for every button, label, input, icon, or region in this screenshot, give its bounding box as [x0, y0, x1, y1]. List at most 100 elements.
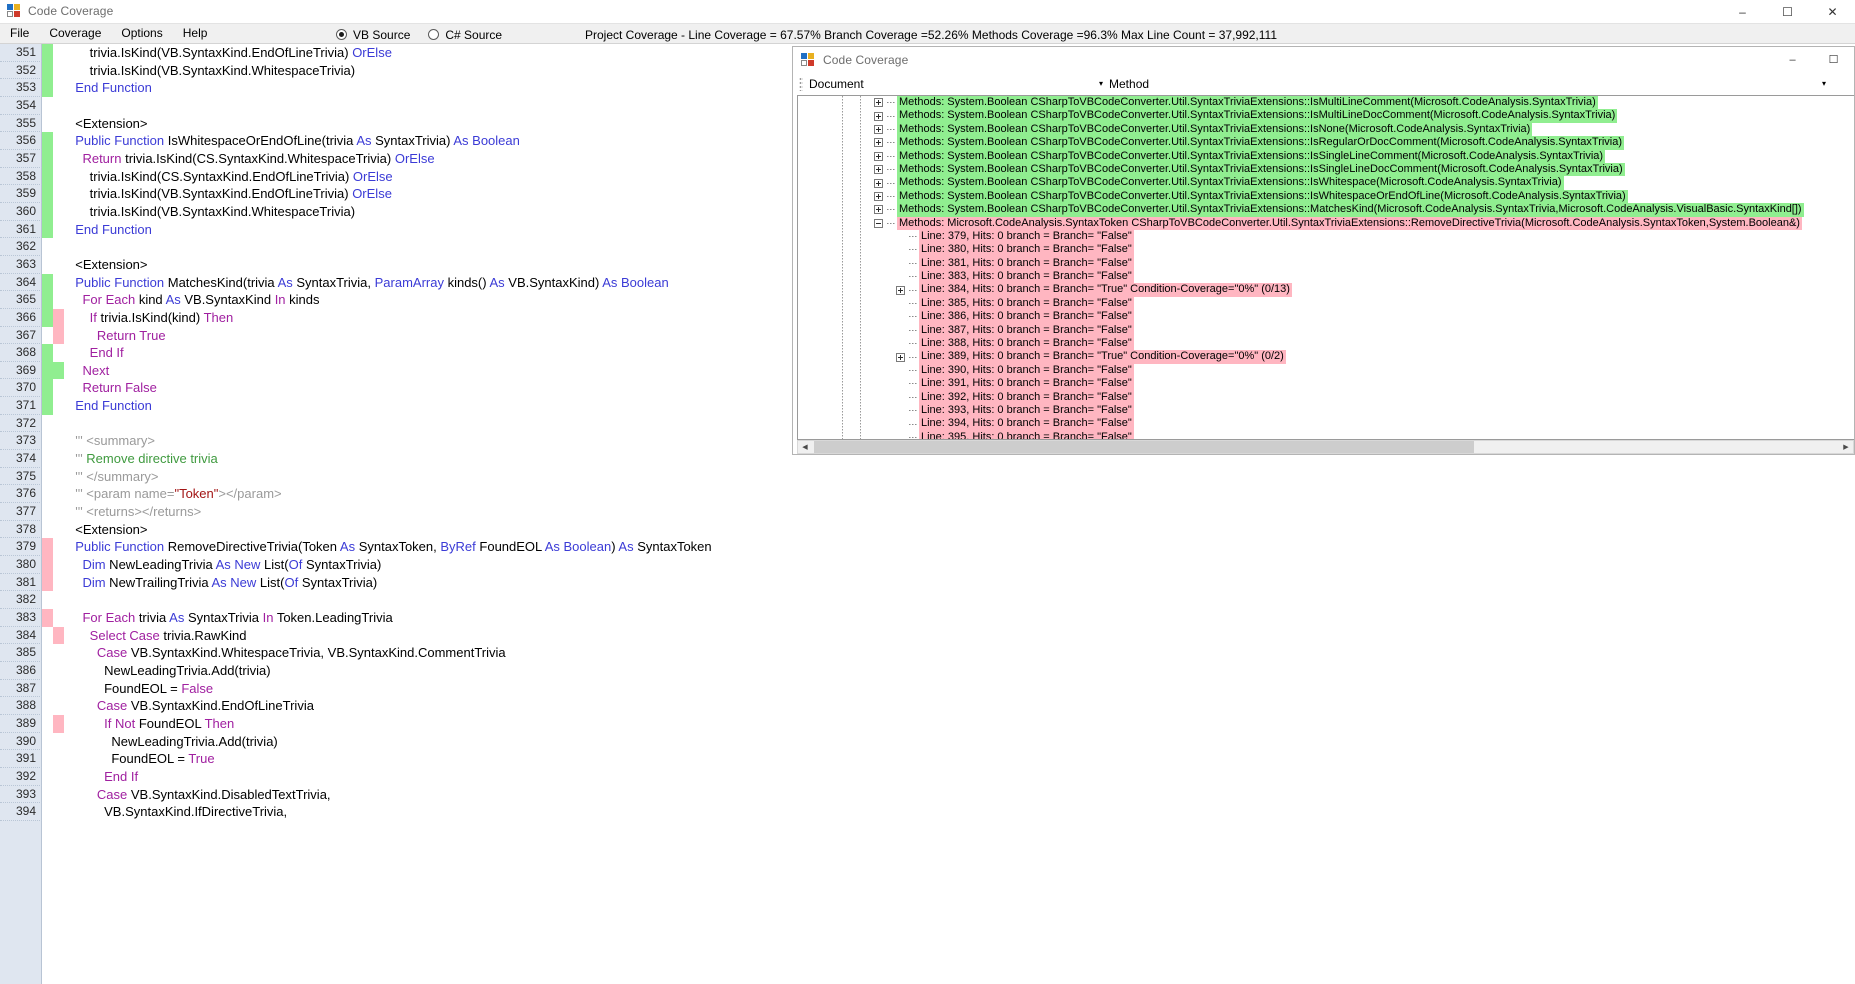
expand-icon[interactable] [874, 178, 883, 188]
menu-item-coverage[interactable]: Coverage [39, 24, 111, 43]
code-line[interactable]: NewLeadingTrivia.Add(trivia) [64, 662, 1855, 680]
tree-line-row[interactable]: Line: 388, Hits: 0 branch = Branch= "Fal… [798, 337, 1854, 351]
tree-line-row[interactable]: Line: 380, Hits: 0 branch = Branch= "Fal… [798, 243, 1854, 257]
code-line[interactable]: ''' <param name="Token"></param> [64, 485, 1855, 503]
code-line[interactable]: For Each trivia As SyntaxTrivia In Token… [64, 609, 1855, 627]
dialog-horizontal-scrollbar[interactable]: ◀ ▶ [797, 440, 1854, 454]
expand-icon[interactable] [874, 151, 883, 161]
tree-line-row[interactable]: Line: 389, Hits: 0 branch = Branch= "Tru… [798, 350, 1854, 364]
line-number: 351 [0, 44, 42, 62]
code-token: ''' [68, 433, 87, 449]
document-dropdown-arrow-group[interactable]: ▾ [1093, 79, 1109, 88]
code-line[interactable]: Public Function RemoveDirectiveTrivia(To… [64, 538, 1855, 556]
dialog-maximize-button[interactable]: ☐ [1813, 47, 1854, 73]
tree-method-row[interactable]: Methods: System.Boolean CSharpToVBCodeCo… [798, 189, 1854, 204]
tree-line-row[interactable]: Line: 386, Hits: 0 branch = Branch= "Fal… [798, 310, 1854, 324]
tree-line-row[interactable]: Line: 379, Hits: 0 branch = Branch= "Fal… [798, 229, 1854, 244]
scroll-right-icon[interactable]: ▶ [1839, 441, 1853, 453]
code-line[interactable]: ''' </summary> [64, 468, 1855, 486]
code-token: OrElse [352, 168, 393, 184]
minimize-button[interactable]: – [1720, 0, 1765, 23]
toolbar-grip-handle[interactable] [799, 76, 803, 91]
scroll-left-icon[interactable]: ◀ [798, 441, 812, 453]
code-token: ''' [68, 504, 87, 520]
radio-csharp-source[interactable]: C# Source [428, 28, 502, 42]
tree-node-label: Methods: System.Boolean CSharpToVBCodeCo… [897, 96, 1598, 110]
expand-icon[interactable] [874, 138, 883, 148]
tree-line-row[interactable]: Line: 395, Hits: 0 branch = Branch= "Fal… [798, 430, 1854, 439]
tree-line-row[interactable]: Line: 394, Hits: 0 branch = Branch= "Fal… [798, 417, 1854, 431]
code-line[interactable] [64, 591, 1855, 609]
tree-line-row[interactable]: Line: 391, Hits: 0 branch = Branch= "Fal… [798, 377, 1854, 391]
dialog-minimize-button[interactable]: – [1772, 47, 1813, 73]
expand-icon[interactable] [874, 124, 883, 134]
tree-method-row[interactable]: Methods: System.Boolean CSharpToVBCodeCo… [798, 109, 1854, 123]
code-line[interactable]: Case VB.SyntaxKind.DisabledTextTrivia, [64, 786, 1855, 804]
code-token: NewLeadingTrivia.Add(trivia) [68, 662, 271, 678]
expand-icon[interactable] [874, 98, 883, 108]
code-coverage-dialog[interactable]: Code Coverage – ☐ Document ▾ Method ▾ Me… [792, 46, 1855, 455]
tree-method-row[interactable]: Methods: System.Boolean CSharpToVBCodeCo… [798, 162, 1854, 177]
tree-node-label: Line: 390, Hits: 0 branch = Branch= "Fal… [919, 363, 1134, 378]
tree-line-row[interactable]: Line: 381, Hits: 0 branch = Branch= "Fal… [798, 256, 1854, 271]
dialog-app-icon [801, 53, 815, 67]
tree-line-row[interactable]: Line: 383, Hits: 0 branch = Branch= "Fal… [798, 270, 1854, 284]
tree-method-row[interactable]: Methods: System.Boolean CSharpToVBCodeCo… [798, 136, 1854, 150]
scrollbar-track[interactable] [812, 441, 1839, 453]
line-number: 371 [0, 397, 42, 415]
code-line[interactable]: VB.SyntaxKind.IfDirectiveTrivia, [64, 803, 1855, 821]
expand-icon[interactable] [896, 285, 905, 295]
coverage-tree-panel[interactable]: Methods: System.Boolean CSharpToVBCodeCo… [797, 95, 1854, 440]
code-line[interactable]: ''' <returns></returns> [64, 503, 1855, 521]
code-line[interactable]: Case VB.SyntaxKind.WhitespaceTrivia, VB.… [64, 644, 1855, 662]
coverage-marker [42, 415, 64, 433]
radio-vb-source[interactable]: VB Source [336, 28, 410, 42]
expand-icon[interactable] [874, 205, 883, 215]
method-dropdown[interactable]: Method [1109, 77, 1149, 91]
code-token: FoundEOL [475, 539, 545, 555]
tree-line-row[interactable]: Line: 385, Hits: 0 branch = Branch= "Fal… [798, 296, 1854, 311]
menu-item-file[interactable]: File [0, 24, 39, 43]
tree-connector-icon [909, 396, 917, 398]
code-line[interactable]: Select Case trivia.RawKind [64, 627, 1855, 645]
code-line[interactable]: Dim NewLeadingTrivia As New List(Of Synt… [64, 556, 1855, 574]
code-line[interactable]: NewLeadingTrivia.Add(trivia) [64, 733, 1855, 751]
tree-line-row[interactable]: Line: 393, Hits: 0 branch = Branch= "Fal… [798, 403, 1854, 418]
tree-method-row[interactable]: Methods: System.Boolean CSharpToVBCodeCo… [798, 176, 1854, 190]
coverage-tree[interactable]: Methods: System.Boolean CSharpToVBCodeCo… [798, 96, 1854, 439]
method-dropdown-arrow-group[interactable]: ▾ [1816, 79, 1832, 88]
expand-icon[interactable] [874, 191, 883, 201]
maximize-icon: ☐ [1782, 4, 1793, 19]
tree-line-row[interactable]: Line: 387, Hits: 0 branch = Branch= "Fal… [798, 323, 1854, 338]
menu-item-options[interactable]: Options [111, 24, 172, 43]
close-button[interactable]: ✕ [1810, 0, 1855, 23]
code-line[interactable]: If Not FoundEOL Then [64, 715, 1855, 733]
expand-icon[interactable] [874, 165, 883, 175]
code-token: ''' [68, 451, 87, 467]
line-number: 370 [0, 379, 42, 398]
collapse-icon[interactable] [874, 218, 883, 228]
code-line[interactable]: FoundEOL = True [64, 750, 1855, 768]
maximize-button[interactable]: ☐ [1765, 0, 1810, 23]
tree-method-row[interactable]: Methods: System.Boolean CSharpToVBCodeCo… [798, 203, 1854, 217]
code-line[interactable]: End If [64, 768, 1855, 786]
code-line[interactable]: Dim NewTrailingTrivia As New List(Of Syn… [64, 574, 1855, 592]
code-line[interactable]: Case VB.SyntaxKind.EndOfLineTrivia [64, 697, 1855, 715]
tree-method-row[interactable]: Methods: Microsoft.CodeAnalysis.SyntaxTo… [798, 216, 1854, 230]
code-line[interactable]: <Extension> [64, 521, 1855, 539]
tree-method-row[interactable]: Methods: System.Boolean CSharpToVBCodeCo… [798, 149, 1854, 163]
code-line[interactable]: FoundEOL = False [64, 680, 1855, 698]
tree-line-row[interactable]: Line: 390, Hits: 0 branch = Branch= "Fal… [798, 363, 1854, 378]
menu-item-help[interactable]: Help [173, 24, 218, 43]
tree-connector-icon [909, 329, 917, 331]
tree-method-row[interactable]: Methods: System.Boolean CSharpToVBCodeCo… [798, 96, 1854, 110]
code-token: <Extension> [68, 256, 148, 272]
expand-icon[interactable] [874, 111, 883, 121]
tree-line-row[interactable]: Line: 384, Hits: 0 branch = Branch= "Tru… [798, 283, 1854, 297]
tree-node-label: Line: 379, Hits: 0 branch = Branch= "Fal… [919, 229, 1134, 244]
expand-icon[interactable] [896, 352, 905, 362]
tree-line-row[interactable]: Line: 392, Hits: 0 branch = Branch= "Fal… [798, 390, 1854, 404]
document-dropdown[interactable]: Document [809, 77, 1109, 91]
scrollbar-thumb[interactable] [814, 441, 1474, 453]
tree-method-row[interactable]: Methods: System.Boolean CSharpToVBCodeCo… [798, 122, 1854, 137]
